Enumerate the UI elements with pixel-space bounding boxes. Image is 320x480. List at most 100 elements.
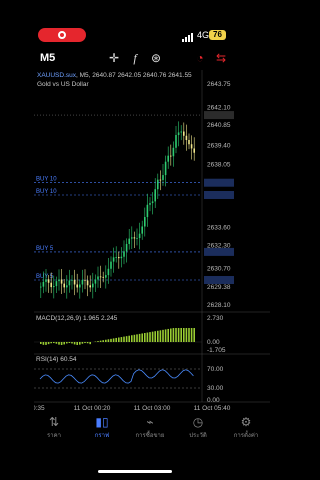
macd-histogram-bar (180, 328, 182, 342)
candle-body (128, 238, 130, 244)
nav-quotes[interactable]: ⇅ ราคา (30, 414, 78, 450)
time-tick-label: 11 Oct 05:40 (194, 405, 231, 410)
candle-body (123, 251, 125, 257)
candle-body (157, 179, 159, 190)
bottom-nav: ⇅ ราคา ▮▯ กราฟ ⌁ การซื้อขาย ◷ ประวัติ ⚙ … (0, 414, 270, 450)
trend-icon: ⌁ (146, 415, 154, 429)
nav-label: การซื้อขาย (135, 433, 165, 439)
price-tick-label: 2638.05 (207, 161, 231, 168)
candle-body (138, 233, 141, 239)
candle-body (68, 280, 71, 286)
nav-label: ประวัติ (189, 433, 207, 439)
home-indicator (98, 470, 172, 473)
indicators-icon[interactable]: f (127, 50, 143, 66)
macd-histogram-bar (136, 334, 138, 342)
candle-body (131, 237, 133, 239)
candle-body (47, 279, 50, 283)
macd-histogram-bar (71, 342, 73, 344)
macd-histogram-bar (81, 342, 84, 344)
nav-label: กราฟ (94, 433, 110, 439)
candle-body (97, 276, 99, 280)
trade-icon[interactable]: ⇆ (213, 50, 229, 66)
macd-histogram-bar (76, 342, 78, 345)
nav-trade[interactable]: ⌁ การซื้อขาย (126, 414, 174, 450)
candle-body (149, 203, 151, 205)
symbol-description: Gold vs US Dollar (37, 81, 89, 88)
macd-histogram-bar (107, 339, 110, 342)
price-chart[interactable]: 2643.752642.102640.852639.402638.052636.… (34, 70, 270, 410)
rsi-tick-label: 30.00 (207, 385, 224, 392)
macd-histogram-bar (144, 333, 146, 342)
candle-body (136, 238, 138, 239)
candle-body (154, 189, 156, 202)
nav-settings[interactable]: ⚙ การตั้งค่า (222, 414, 270, 450)
chart-area[interactable]: 2643.752642.102640.852639.402638.052636.… (34, 70, 270, 410)
crosshair-icon[interactable]: ✛ (106, 50, 122, 66)
candle-body (120, 256, 123, 259)
price-tick-label: 2633.60 (207, 224, 231, 231)
candle-body (73, 279, 76, 285)
symbol-name[interactable]: XAUUSD.sux (37, 72, 76, 79)
macd-histogram-bar (84, 342, 86, 344)
nav-chart[interactable]: ▮▯ กราฟ (78, 414, 126, 450)
price-tick-label: 2629.38 (207, 284, 231, 291)
current-price-tag (204, 111, 234, 120)
macd-histogram-bar (45, 342, 47, 345)
macd-histogram-bar (190, 328, 193, 342)
candle-body (177, 132, 180, 136)
candle-body (167, 155, 169, 162)
candle-body (190, 144, 193, 149)
candle-body (81, 279, 84, 285)
macd-histogram-bar (40, 342, 42, 344)
nav-history[interactable]: ◷ ประวัติ (174, 414, 222, 450)
macd-histogram-bar (138, 333, 141, 342)
candle-body (175, 135, 177, 148)
macd-histogram-bar (149, 332, 151, 342)
objects-icon[interactable]: ⊛ (148, 50, 164, 66)
macd-histogram-bar (154, 331, 156, 342)
battery-icon: 76 (209, 30, 226, 40)
candle-body (180, 131, 182, 133)
candle-body (151, 201, 154, 204)
rsi-line (39, 369, 194, 384)
macd-histogram-bar (89, 342, 91, 345)
candle-body (45, 279, 47, 282)
screen-recording-indicator[interactable] (38, 28, 86, 42)
order-price-tag (204, 190, 234, 199)
history-icon: ◷ (192, 415, 204, 429)
candle-body (141, 226, 143, 234)
macd-histogram-bar (102, 340, 104, 342)
candle-body (193, 148, 195, 153)
candle-body (144, 217, 146, 227)
candle-body (105, 275, 107, 278)
candle-body (92, 283, 94, 288)
candle-body (58, 279, 60, 282)
macd-histogram-bar (133, 334, 136, 342)
macd-histogram-bar (183, 328, 185, 342)
macd-histogram-bar (175, 328, 177, 342)
macd-histogram-bar (128, 335, 130, 342)
macd-histogram-bar (146, 332, 149, 342)
macd-histogram-bar (123, 336, 125, 342)
price-tick-label: 2628.10 (207, 302, 231, 309)
macd-histogram-bar (53, 342, 55, 344)
gear-icon: ⚙ (240, 415, 252, 429)
macd-histogram-bar (47, 342, 50, 345)
macd-histogram-bar (120, 337, 123, 342)
macd-histogram-bar (63, 342, 65, 345)
macd-histogram-bar (110, 338, 112, 342)
timeframe-button[interactable]: M5 (40, 52, 55, 64)
candle-body (172, 147, 175, 157)
candle-body (84, 279, 86, 281)
macd-histogram-bar (193, 328, 195, 342)
macd-histogram-bar (162, 329, 164, 342)
candle-body (94, 279, 97, 284)
macd-tick-label: 2.730 (207, 315, 224, 322)
clock-icon[interactable]: ◔ (192, 50, 208, 66)
candle-body (76, 284, 78, 288)
macd-histogram-bar (73, 342, 76, 345)
macd-histogram-bar (185, 328, 188, 342)
candle-body (42, 281, 45, 287)
macd-histogram-bar (125, 336, 128, 342)
candle-body (115, 257, 117, 258)
